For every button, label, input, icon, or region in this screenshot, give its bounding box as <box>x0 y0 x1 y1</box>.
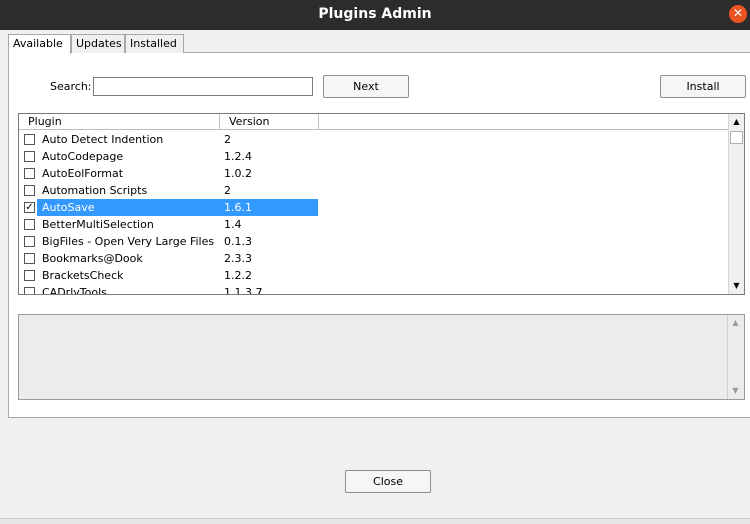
plugin-version: 2.3.3 <box>224 252 252 265</box>
list-item[interactable]: BigFiles - Open Very Large Files 0.1.3 <box>19 233 728 250</box>
plugin-version: 1.4 <box>224 218 242 231</box>
plugin-name: BigFiles - Open Very Large Files <box>42 235 215 248</box>
column-header-plugin[interactable]: Plugin <box>19 114 220 130</box>
plugin-checkbox[interactable] <box>24 219 35 230</box>
window-bottom-edge <box>0 518 750 524</box>
list-item[interactable]: BetterMultiSelection 1.4 <box>19 216 728 233</box>
plugin-checkbox[interactable] <box>24 134 35 145</box>
plugin-checkbox[interactable] <box>24 185 35 196</box>
plugin-checkbox[interactable]: ✓ <box>24 202 35 213</box>
plugin-name: AutoSave <box>42 201 95 214</box>
search-label: Search: <box>50 80 92 93</box>
list-item[interactable]: AutoEolFormat 1.0.2 <box>19 165 728 182</box>
list-item[interactable]: CADrlyTools 1.1.3.7 <box>19 284 728 295</box>
list-item[interactable]: BracketsCheck 1.2.2 <box>19 267 728 284</box>
plugin-rows: Auto Detect Indention 2 AutoCodepage 1.2.4 A… <box>19 131 728 295</box>
plugin-name: Bookmarks@Dook <box>42 252 143 265</box>
plugin-version: 1.0.2 <box>224 167 252 180</box>
plugin-checkbox[interactable] <box>24 236 35 247</box>
plugin-name: Auto Detect Indention <box>42 133 164 146</box>
list-item[interactable]: AutoCodepage 1.2.4 <box>19 148 728 165</box>
install-button[interactable]: Install <box>660 75 746 98</box>
plugin-name: Automation Scripts <box>42 184 148 197</box>
plugin-name: BracketsCheck <box>42 269 124 282</box>
plugin-name: AutoCodepage <box>42 150 124 163</box>
plugin-checkbox[interactable] <box>24 287 35 294</box>
tab-installed[interactable]: Installed <box>125 34 184 53</box>
plugin-version: 1.6.1 <box>224 201 252 214</box>
plugin-version: 2 <box>224 133 231 146</box>
list-item[interactable]: Automation Scripts 2 <box>19 182 728 199</box>
list-item[interactable]: Auto Detect Indention 2 <box>19 131 728 148</box>
tab-available[interactable]: Available <box>8 34 71 54</box>
plugin-name: BetterMultiSelection <box>42 218 154 231</box>
plugin-version: 1.2.4 <box>224 150 252 163</box>
list-item[interactable]: Bookmarks@Dook 2.3.3 <box>19 250 728 267</box>
plugin-version: 1.1.3.7 <box>224 286 263 295</box>
plugin-checkbox[interactable] <box>24 168 35 179</box>
scroll-up-arrow-icon[interactable]: ▲ <box>729 114 744 130</box>
column-header-version[interactable]: Version <box>220 114 319 130</box>
scroll-down-arrow-icon[interactable]: ▼ <box>728 383 743 399</box>
plugin-version: 0.1.3 <box>224 235 252 248</box>
tab-updates[interactable]: Updates <box>71 34 125 53</box>
plugin-name: CADrlyTools <box>42 286 107 295</box>
plugin-version: 1.2.2 <box>224 269 252 282</box>
plugin-name: AutoEolFormat <box>42 167 124 180</box>
close-button[interactable]: Close <box>345 470 431 493</box>
plugin-version: 2 <box>224 184 231 197</box>
window-title: Plugins Admin <box>318 6 432 22</box>
plugin-checkbox[interactable] <box>24 253 35 264</box>
plugin-checkbox[interactable] <box>24 270 35 281</box>
scroll-up-arrow-icon[interactable]: ▲ <box>728 315 743 331</box>
scroll-down-arrow-icon[interactable]: ▼ <box>729 278 744 294</box>
plugin-list[interactable]: Plugin Version Auto Detect Indention 2 Aut… <box>18 113 745 295</box>
scroll-thumb[interactable] <box>730 131 743 144</box>
list-item[interactable]: ✓ AutoSave 1.6.1 <box>19 199 728 216</box>
description-scrollbar[interactable]: ▲ ▼ <box>727 315 744 399</box>
list-scrollbar[interactable]: ▲ ▼ <box>728 114 744 294</box>
plugin-checkbox[interactable] <box>24 151 35 162</box>
plugin-description-box[interactable]: ▲ ▼ <box>18 314 745 400</box>
list-header: Plugin Version <box>19 114 728 130</box>
title-bar: Plugins Admin ✕ <box>0 0 750 30</box>
next-button[interactable]: Next <box>323 75 409 98</box>
close-icon[interactable]: ✕ <box>729 5 747 23</box>
search-input[interactable] <box>93 77 313 96</box>
